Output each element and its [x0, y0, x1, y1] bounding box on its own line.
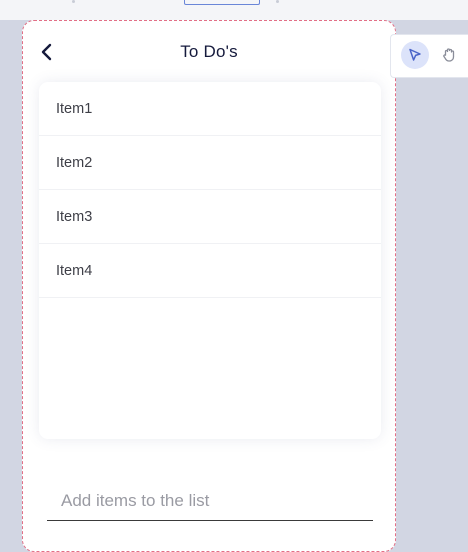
active-tab-indicator[interactable] — [184, 0, 260, 5]
list-item[interactable]: Item3 — [39, 190, 381, 244]
topbar-marker — [276, 0, 279, 3]
add-item-input[interactable] — [47, 481, 373, 521]
canvas-tool-panel — [390, 34, 468, 78]
phone-frame: To Do's Item1 Item2 Item3 Item4 — [22, 20, 396, 552]
list-item[interactable]: Item1 — [39, 82, 381, 136]
page-title: To Do's — [180, 42, 238, 61]
select-tool-button[interactable] — [401, 41, 429, 69]
todo-list: Item1 Item2 Item3 Item4 — [39, 82, 381, 439]
hand-tool-button[interactable] — [438, 44, 460, 66]
editor-top-bar — [0, 0, 468, 20]
pointer-icon — [409, 48, 421, 61]
hand-icon — [443, 48, 455, 62]
list-item[interactable]: Item2 — [39, 136, 381, 190]
topbar-marker — [72, 0, 75, 3]
list-item[interactable]: Item4 — [39, 244, 381, 298]
